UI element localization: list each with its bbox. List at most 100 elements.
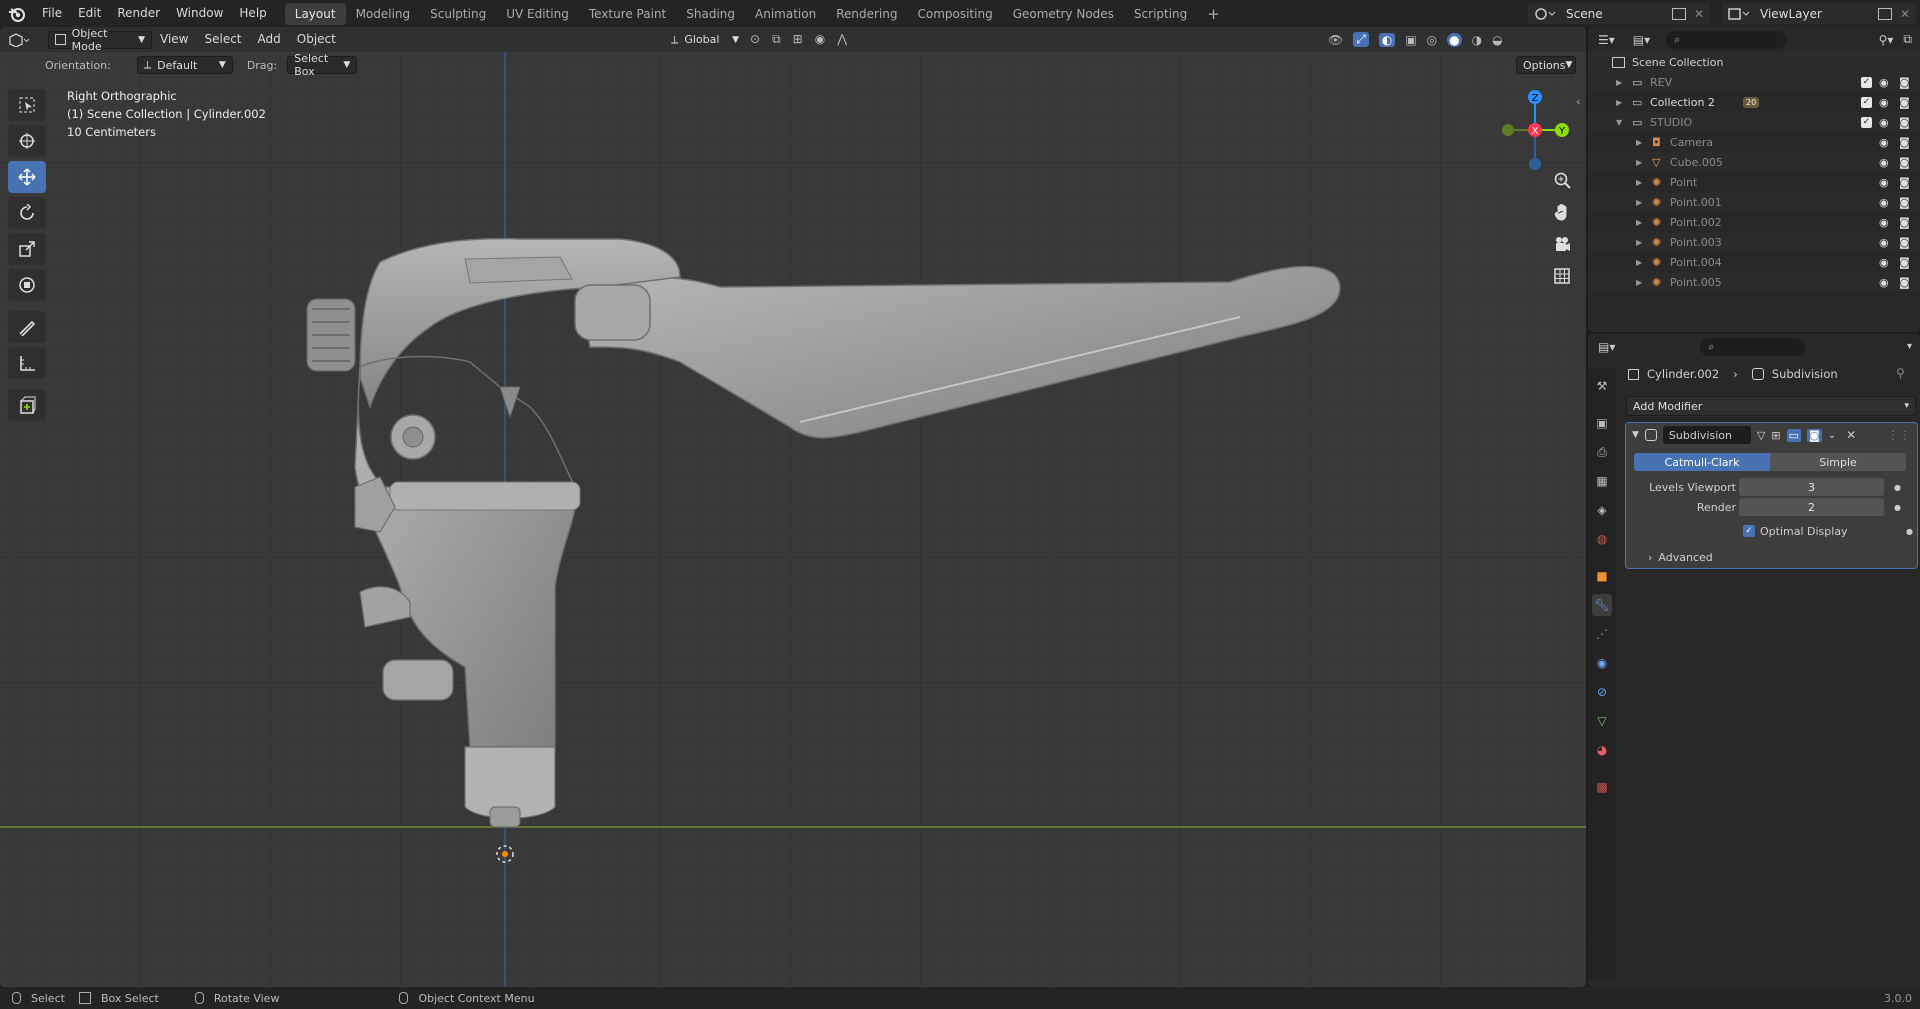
chevron-down-icon[interactable]: ⌄ xyxy=(1828,430,1836,441)
navigation-gizmo[interactable]: Z Y X xyxy=(1495,89,1575,173)
outliner-search-input[interactable]: ⌕ xyxy=(1666,30,1787,49)
outliner-row[interactable]: ▶ ✺ Point ◉ ◙ xyxy=(1588,172,1920,192)
render-visibility-icon[interactable]: ◙ xyxy=(1899,276,1910,289)
on-cage-toggle-icon[interactable]: ⊞ xyxy=(1771,429,1780,442)
eye-icon[interactable]: ◉ xyxy=(1879,136,1889,149)
new-collection-icon[interactable]: ⧉ xyxy=(1903,32,1912,47)
expand-arrow-icon[interactable]: ▼ xyxy=(1616,118,1622,127)
outliner-editor-type-icon[interactable]: ☰▾ xyxy=(1598,33,1615,47)
collapse-icon[interactable]: ▼ xyxy=(1632,430,1639,440)
eye-icon[interactable]: ◉ xyxy=(1879,196,1889,209)
transform-tool[interactable] xyxy=(8,269,46,301)
render-visibility-icon[interactable]: ◙ xyxy=(1899,176,1910,189)
expand-arrow-icon[interactable]: ▶ xyxy=(1636,178,1642,187)
properties-search-input[interactable]: ⌕ xyxy=(1700,337,1806,356)
proportional-edit-icon[interactable]: ◉ xyxy=(815,32,825,47)
outliner-row[interactable]: ▶ ▽ Cube.005 ◉ ◙ xyxy=(1588,152,1920,172)
snap-target-icon[interactable]: ⊞ xyxy=(793,32,803,47)
eye-icon[interactable]: ◉ xyxy=(1879,96,1889,109)
close-icon[interactable]: ✕ xyxy=(1846,428,1856,442)
collapse-sidebar-icon[interactable]: ‹ xyxy=(1576,95,1580,108)
3d-viewport[interactable]: Object Mode ▼ View Select Add Object ⟂ G… xyxy=(0,27,1586,987)
menu-render[interactable]: Render xyxy=(109,0,168,27)
advanced-subpanel[interactable]: › Advanced xyxy=(1648,551,1713,564)
menu-object[interactable]: Object xyxy=(289,27,344,53)
menu-window[interactable]: Window xyxy=(168,0,231,27)
tab-rendering[interactable]: Rendering xyxy=(826,3,907,25)
menu-select[interactable]: Select xyxy=(196,27,249,53)
add-cube-tool[interactable] xyxy=(8,389,46,421)
menu-add[interactable]: Add xyxy=(250,27,289,53)
outliner-row[interactable]: ▶ ✺ Point.004 ◉ ◙ xyxy=(1588,252,1920,272)
zoom-button[interactable] xyxy=(1547,167,1577,193)
render-visibility-icon[interactable]: ◙ xyxy=(1899,236,1910,249)
xray-icon[interactable]: ▣ xyxy=(1405,33,1416,47)
expand-arrow-icon[interactable]: ▶ xyxy=(1636,138,1642,147)
tab-layout[interactable]: Layout xyxy=(284,2,346,25)
eye-icon[interactable]: ◉ xyxy=(1879,216,1889,229)
select-box-tool[interactable] xyxy=(8,89,46,121)
drag-handle-icon[interactable]: ⋮⋮ xyxy=(1887,428,1911,442)
ortho-toggle-button[interactable] xyxy=(1547,263,1577,289)
outliner-row-scene-collection[interactable]: Scene Collection xyxy=(1588,52,1920,72)
tab-compositing[interactable]: Compositing xyxy=(907,3,1002,25)
render-visibility-icon[interactable]: ◙ xyxy=(1899,196,1910,209)
snap-icon[interactable]: ⧉ xyxy=(772,32,781,47)
expand-arrow-icon[interactable]: ▶ xyxy=(1616,78,1622,87)
tab-scripting[interactable]: Scripting xyxy=(1124,3,1197,25)
render-toggle-icon[interactable]: ◙ xyxy=(1807,428,1822,442)
outliner-row[interactable]: ▶ ✺ Point.001 ◉ ◙ xyxy=(1588,192,1920,212)
expand-arrow-icon[interactable]: ▶ xyxy=(1636,218,1642,227)
outliner-row[interactable]: ▶ ◘ Camera ◉ ◙ xyxy=(1588,132,1920,152)
transform-orientation-dropdown[interactable]: ⟂ Global ▼ xyxy=(665,31,745,49)
options-dropdown[interactable]: Options ▼ xyxy=(1516,56,1576,74)
outliner-row[interactable]: ▶ ✺ Point.003 ◉ ◙ xyxy=(1588,232,1920,252)
expand-arrow-icon[interactable]: ▶ xyxy=(1636,238,1642,247)
properties-editor-type-icon[interactable]: ▤▾ xyxy=(1598,340,1615,354)
render-visibility-icon[interactable]: ◙ xyxy=(1899,256,1910,269)
overlay-icon[interactable]: ◐ xyxy=(1378,32,1396,47)
exclude-checkbox[interactable]: ✓ xyxy=(1861,96,1872,108)
tab-material[interactable]: ◕ xyxy=(1592,739,1612,761)
animate-property-icon[interactable]: ● xyxy=(1894,503,1901,512)
menu-help[interactable]: Help xyxy=(231,0,274,27)
tab-data[interactable]: ▽ xyxy=(1592,710,1612,732)
visibility-icon[interactable]: 👁 xyxy=(1328,33,1343,47)
expand-arrow-icon[interactable]: ▶ xyxy=(1636,278,1642,287)
editor-type-button[interactable] xyxy=(0,32,38,47)
view-layer-selector[interactable]: ViewLayer ✕ xyxy=(1722,3,1916,24)
tab-sculpting[interactable]: Sculpting xyxy=(420,3,496,25)
cursor-tool[interactable] xyxy=(8,125,46,157)
expand-arrow-icon[interactable]: ▶ xyxy=(1636,198,1642,207)
eye-icon[interactable]: ◉ xyxy=(1879,156,1889,169)
exclude-checkbox[interactable]: ✓ xyxy=(1861,116,1872,128)
measure-tool[interactable] xyxy=(8,347,46,379)
remove-view-layer-icon[interactable]: ✕ xyxy=(1900,7,1910,21)
catmull-clark-button[interactable]: Catmull-Clark xyxy=(1634,453,1770,471)
outliner-row[interactable]: ▶ ▭ REV ✓ ◉ ◙ xyxy=(1588,72,1920,92)
eye-icon[interactable]: ◉ xyxy=(1879,236,1889,249)
add-modifier-dropdown[interactable]: Add Modifier ▾ xyxy=(1626,396,1916,416)
material-shading-icon[interactable]: ◑ xyxy=(1472,33,1482,47)
camera-view-button[interactable] xyxy=(1547,231,1577,257)
drag-dropdown[interactable]: Select Box ▼ xyxy=(287,52,358,78)
expand-arrow-icon[interactable]: ▶ xyxy=(1636,258,1642,267)
tab-shading[interactable]: Shading xyxy=(676,3,745,25)
render-visibility-icon[interactable]: ◙ xyxy=(1899,76,1910,89)
gizmo-neg-y-axis[interactable] xyxy=(1502,124,1514,136)
gizmo-neg-z-axis[interactable] xyxy=(1529,158,1541,170)
tab-texture-paint[interactable]: Texture Paint xyxy=(579,3,676,25)
outliner-row[interactable]: ▶ ▭ Collection 2 20 ✓ ◉ ◙ xyxy=(1588,92,1920,112)
tab-world[interactable]: ◍ xyxy=(1592,528,1612,550)
filter-icon[interactable]: ⚲▾ xyxy=(1879,33,1894,47)
eye-icon[interactable]: ◉ xyxy=(1879,116,1889,129)
tab-uv-editing[interactable]: UV Editing xyxy=(496,3,579,25)
tab-texture[interactable]: ▩ xyxy=(1592,776,1612,798)
render-visibility-icon[interactable]: ◙ xyxy=(1899,216,1910,229)
rendered-shading-icon[interactable]: ◒ xyxy=(1492,33,1502,47)
render-visibility-icon[interactable]: ◙ xyxy=(1899,156,1910,169)
menu-edit[interactable]: Edit xyxy=(70,0,109,27)
tab-modifiers[interactable]: 🔧︎ xyxy=(1592,594,1612,616)
menu-view[interactable]: View xyxy=(152,27,196,53)
levels-viewport-field[interactable]: 3 xyxy=(1739,478,1884,496)
